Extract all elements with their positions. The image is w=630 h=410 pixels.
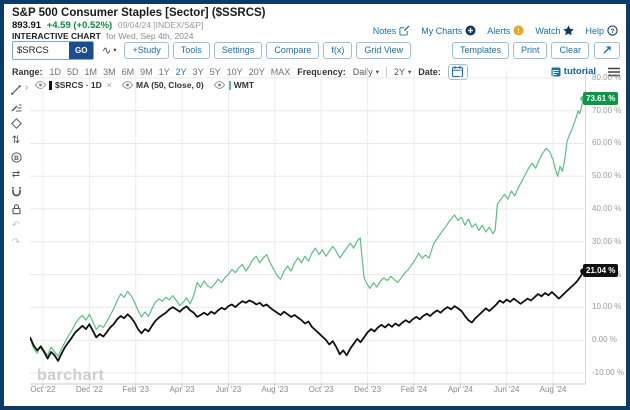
header-link-watch[interactable]: Watch: [535, 25, 574, 36]
page-title: S&P 500 Consumer Staples [Sector] ($SSRC…: [12, 7, 266, 19]
price-chart[interactable]: [30, 70, 586, 390]
lock-icon: [11, 203, 22, 215]
quote-date: 09/04/24 [INDEX/S&P]: [118, 20, 204, 30]
y-axis-label: 80.00 %: [592, 73, 621, 82]
star-icon: [563, 25, 574, 36]
x-axis-label: Oct '23: [299, 385, 343, 394]
x-axis-label: Aug '24: [531, 385, 575, 394]
go-button[interactable]: GO: [69, 42, 93, 59]
y-axis-label: 0.00 %: [592, 335, 617, 344]
y-axis-label: 60.00 %: [592, 138, 621, 147]
y-axis-label: 50.00 %: [592, 171, 621, 180]
x-axis-label: Dec '23: [346, 385, 390, 394]
annotations-icon: [10, 101, 22, 112]
line-style-selector[interactable]: ∿ ▾: [102, 44, 116, 57]
header-link-label: Watch: [535, 26, 560, 36]
x-axis-label: Jun '24: [485, 385, 529, 394]
clear-button[interactable]: Clear: [551, 42, 589, 59]
question-circle-icon: ?: [607, 25, 618, 36]
x-axis-label: Apr '23: [160, 385, 204, 394]
alert-circle-icon: !: [513, 25, 524, 36]
toolbar-right-buttons: TemplatesPrintClear: [452, 42, 589, 59]
header-link-label: My Charts: [421, 26, 462, 36]
series-srcs: [30, 271, 583, 361]
header-link-my-charts[interactable]: My Charts: [421, 25, 476, 36]
header-link-label: Notes: [373, 26, 397, 36]
line-style-icon: ∿: [102, 44, 111, 57]
x-axis-label: Feb '24: [392, 385, 436, 394]
symbol-input[interactable]: [13, 42, 69, 59]
quote-line: 893.91 +4.59 (+0.52%) 09/04/24 [INDEX/S&…: [12, 20, 203, 31]
tools-button[interactable]: Tools: [173, 42, 210, 59]
f-x-button[interactable]: f(x): [323, 42, 352, 59]
annotations-tool[interactable]: [9, 100, 23, 113]
compare-tool[interactable]: ⇄: [9, 168, 23, 181]
trendline-tool[interactable]: [9, 83, 23, 96]
x-axis-label: Dec '22: [67, 385, 111, 394]
grid-view-button[interactable]: Grid View: [356, 42, 411, 59]
pop-out-icon: [602, 45, 612, 55]
y-axis-label: 30.00 %: [592, 237, 621, 246]
arrows-icon: ⇅: [12, 136, 20, 146]
symbol-box: GO: [12, 41, 94, 60]
price-arrows-tool[interactable]: ⇅: [9, 134, 23, 147]
redo-tool: ↷: [9, 236, 23, 249]
drawing-tools-sidebar: ⇅ B ⇄ ↶ ↷: [7, 83, 25, 249]
header-link-label: Alerts: [487, 26, 510, 36]
x-axis-label: Aug '23: [253, 385, 297, 394]
chart-toolbar: GO ∿ ▾ +Study ToolsSettingsComparef(x)Gri…: [12, 40, 620, 60]
y-axis-label: 70.00 %: [592, 106, 621, 115]
price-change: +4.59 (+0.52%): [47, 20, 113, 31]
x-axis-label: Apr '24: [438, 385, 482, 394]
barchart-interactive-chart-window: S&P 500 Consumer Staples [Sector] ($SSRC…: [0, 0, 630, 410]
x-axis-label: Jun '23: [206, 385, 250, 394]
svg-text:!: !: [518, 26, 521, 35]
header-links: Notes My Charts Alerts! Watch Help?: [373, 25, 618, 36]
events-icon: B: [11, 152, 22, 163]
toolbar-left-buttons: +Study ToolsSettingsComparef(x)Grid View: [124, 42, 411, 59]
magnet-tool[interactable]: [9, 185, 23, 198]
header-link-notes[interactable]: Notes: [373, 25, 411, 36]
plus-circle-icon: [465, 25, 476, 36]
templates-button[interactable]: Templates: [452, 42, 509, 59]
series-wmt: [30, 99, 583, 357]
study-button[interactable]: +Study: [124, 42, 168, 59]
trendline-icon: [10, 84, 22, 96]
shapes-icon: [11, 118, 22, 129]
svg-text:?: ?: [611, 28, 615, 35]
settings-button[interactable]: Settings: [214, 42, 263, 59]
notes-pencil-icon: [399, 25, 410, 36]
chevron-right-icon[interactable]: ›: [25, 82, 28, 93]
magnet-icon: [11, 186, 22, 198]
compare-button[interactable]: Compare: [266, 42, 319, 59]
header-link-label: Help: [585, 26, 604, 36]
barchart-watermark: barchart: [37, 367, 104, 385]
last-price: 893.91: [12, 20, 41, 31]
x-axis-label: Feb '23: [114, 385, 158, 394]
svg-text:B: B: [14, 155, 19, 162]
chevron-down-icon: ▾: [113, 46, 116, 54]
x-axis-label: Oct '22: [21, 385, 65, 394]
compare-icon: ⇄: [12, 170, 20, 180]
shapes-tool[interactable]: [9, 117, 23, 130]
y-axis-label: 40.00 %: [592, 204, 621, 213]
header-link-help[interactable]: Help?: [585, 25, 618, 36]
y-axis-label: 10.00 %: [592, 302, 621, 311]
lock-tool[interactable]: [9, 202, 23, 215]
pop-out-button[interactable]: [594, 42, 620, 59]
srcs-change-badge: 21.04 %: [583, 264, 618, 277]
header-link-alerts[interactable]: Alerts!: [487, 25, 524, 36]
y-axis-label: -10.00 %: [592, 368, 624, 377]
print-button[interactable]: Print: [513, 42, 548, 59]
undo-tool: ↶: [9, 219, 23, 232]
wmt-change-badge: 73.61 %: [583, 92, 618, 105]
redo-icon: ↷: [12, 238, 20, 248]
events-tool[interactable]: B: [9, 151, 23, 164]
undo-icon: ↶: [12, 221, 20, 231]
